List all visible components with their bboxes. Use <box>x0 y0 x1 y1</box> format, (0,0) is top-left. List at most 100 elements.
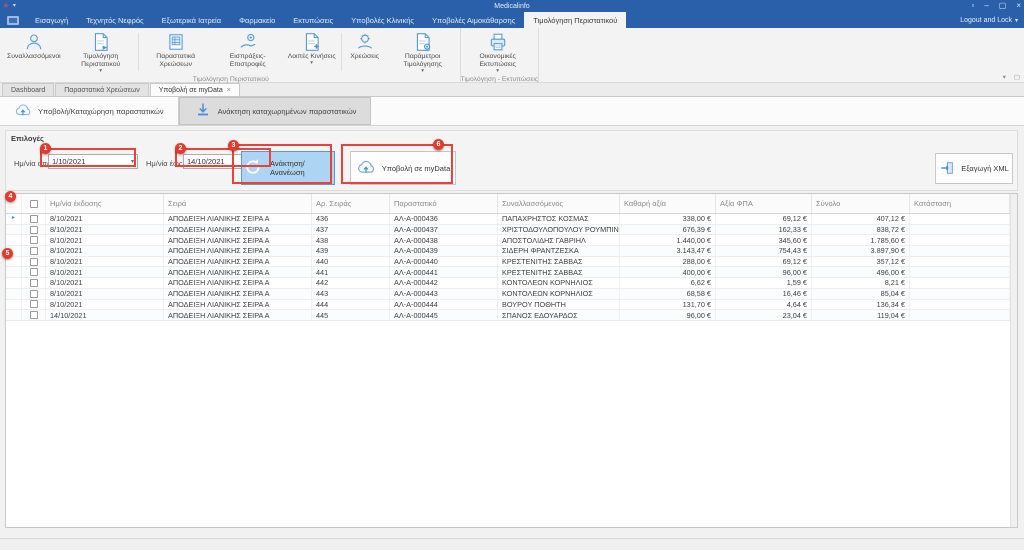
column-header[interactable]: Παραστατικό <box>390 194 498 213</box>
table-cell <box>910 278 1010 288</box>
column-header[interactable]: Καθαρή αξία <box>620 194 716 213</box>
table-cell: ΑΛ-Α-000443 <box>390 289 498 299</box>
table-row[interactable]: ►8/10/2021ΑΠΟΔΕΙΞΗ ΛΙΑΝΙΚΗΣ ΣΕΙΡΑ Α436ΑΛ… <box>6 214 1010 225</box>
menubar-tab[interactable]: Εξωτερικά Ιατρεία <box>153 12 230 28</box>
table-cell: ΚΟΝΤΟΛΕΩΝ ΚΟΡΝΗΛΙΟΣ <box>498 278 620 288</box>
ribbon-button[interactable]: Οικονομικές Εκτυπώσεις▾ <box>462 30 534 74</box>
table-cell: 1.440,00 € <box>620 235 716 245</box>
ribbon-menu-bar: ΕισαγωγήΤεχνητός ΝεφρόςΕξωτερικά Ιατρεία… <box>0 12 1024 28</box>
menubar-tab[interactable]: Εκτυπώσεις <box>284 12 342 28</box>
row-checkbox[interactable] <box>30 215 38 223</box>
document-tab-label: Dashboard <box>11 87 45 94</box>
table-row[interactable]: 8/10/2021ΑΠΟΔΕΙΞΗ ΛΙΑΝΙΚΗΣ ΣΕΙΡΑ Α437ΑΛ-… <box>6 225 1010 236</box>
pin-ribbon-icon[interactable]: ▢ <box>1014 73 1020 81</box>
ribbon-button[interactable]: Παραστατικά Χρεώσεων <box>140 30 212 74</box>
submit-mydata-button[interactable]: Υποβολή σε myData <box>350 151 456 185</box>
ribbon-button[interactable]: Εισπράξεις-Επιστροφές <box>212 30 284 74</box>
row-checkbox[interactable] <box>30 268 38 276</box>
ribbon-button[interactable]: Συναλλασσόμενοι <box>3 30 65 74</box>
menubar-tab[interactable]: Φαρμακείο <box>230 12 284 28</box>
window-options-icon[interactable]: ▫ <box>971 2 974 10</box>
table-row[interactable]: 8/10/2021ΑΠΟΔΕΙΞΗ ΛΙΑΝΙΚΗΣ ΣΕΙΡΑ Α442ΑΛ-… <box>6 278 1010 289</box>
table-row[interactable]: 8/10/2021ΑΠΟΔΕΙΞΗ ΛΙΑΝΙΚΗΣ ΣΕΙΡΑ Α441ΑΛ-… <box>6 267 1010 278</box>
table-cell: ΣΠΑΝΟΣ ΕΔΟΥΑΡΔΟΣ <box>498 310 620 320</box>
row-checkbox[interactable] <box>30 311 38 319</box>
row-checkbox-cell <box>22 246 46 256</box>
column-header[interactable]: Σύνολο <box>812 194 910 213</box>
row-checkbox[interactable] <box>30 290 38 298</box>
mydata-subtab[interactable]: Ανάκτηση καταχωρημένων παραστατικών <box>179 97 372 125</box>
table-cell: ΑΛ-Α-000444 <box>390 300 498 310</box>
row-checkbox-cell <box>22 278 46 288</box>
subtab-label: Ανάκτηση καταχωρημένων παραστατικών <box>218 107 357 116</box>
column-header[interactable]: Συναλλασσόμενος <box>498 194 620 213</box>
table-cell: ΑΠΟΔΕΙΞΗ ΛΙΑΝΙΚΗΣ ΣΕΙΡΑ Α <box>164 225 312 235</box>
column-header[interactable]: Αξία ΦΠΑ <box>716 194 812 213</box>
row-indicator-cell: ► <box>6 214 22 224</box>
select-all-checkbox[interactable] <box>30 200 38 208</box>
mydata-subtab[interactable]: Υποβολή/Καταχώρηση παραστατικών <box>0 97 179 125</box>
row-checkbox[interactable] <box>30 247 38 255</box>
ribbon-button[interactable]: Χρεώσεις <box>343 30 387 74</box>
file-menu-button[interactable] <box>0 12 26 28</box>
table-cell: 8/10/2021 <box>46 214 164 224</box>
row-checkbox[interactable] <box>30 258 38 266</box>
column-header[interactable]: Σειρά <box>164 194 312 213</box>
row-checkbox[interactable] <box>30 279 38 287</box>
vertical-scrollbar[interactable] <box>1010 194 1017 527</box>
column-header[interactable]: Ημ/νία έκδοσης <box>46 194 164 213</box>
mydata-subtab-strip: Υποβολή/Καταχώρηση παραστατικών Ανάκτηση … <box>0 97 1024 126</box>
date-to-label: Ημ/νία έως <box>146 159 182 168</box>
date-from-combo[interactable]: 1/10/2021 ▾ <box>48 154 138 169</box>
charges-icon <box>355 32 375 52</box>
column-header[interactable]: Αρ. Σειράς <box>312 194 390 213</box>
table-row[interactable]: 8/10/2021ΑΠΟΔΕΙΞΗ ΛΙΑΝΙΚΗΣ ΣΕΙΡΑ Α440ΑΛ-… <box>6 257 1010 268</box>
document-tab[interactable]: Παραστατικά Χρεώσεων <box>55 83 149 96</box>
table-cell: 162,33 € <box>716 225 812 235</box>
menubar-tab[interactable]: Υποβολές Αιμοκάθαρσης <box>423 12 524 28</box>
minimize-icon[interactable]: – <box>984 2 988 10</box>
table-cell: 119,04 € <box>812 310 910 320</box>
chevron-down-icon: ▾ <box>131 158 134 165</box>
chevron-down-icon: ▾ <box>1015 17 1018 24</box>
export-xml-button[interactable]: Εξαγωγή XML <box>935 153 1013 184</box>
document-tab[interactable]: Dashboard <box>2 83 54 96</box>
table-row[interactable]: 8/10/2021ΑΠΟΔΕΙΞΗ ΛΙΑΝΙΚΗΣ ΣΕΙΡΑ Α444ΑΛ-… <box>6 300 1010 311</box>
ribbon-button[interactable]: Παράμετροι Τιμολόγησης▾ <box>387 30 459 74</box>
date-from-value: 1/10/2021 <box>52 157 85 166</box>
table-row[interactable]: 14/10/2021ΑΠΟΔΕΙΞΗ ΛΙΑΝΙΚΗΣ ΣΕΙΡΑ Α445ΑΛ… <box>6 310 1010 321</box>
table-cell: 3.143,47 € <box>620 246 716 256</box>
close-icon[interactable]: × <box>1016 2 1021 10</box>
menubar-tab[interactable]: Τεχνητός Νεφρός <box>77 12 152 28</box>
column-header[interactable]: Κατάσταση <box>910 194 1010 213</box>
table-cell: ΑΠΟΔΕΙΞΗ ΛΙΑΝΙΚΗΣ ΣΕΙΡΑ Α <box>164 214 312 224</box>
table-cell <box>910 257 1010 267</box>
row-checkbox[interactable] <box>30 236 38 244</box>
status-bar <box>0 538 1024 550</box>
tab-close-icon[interactable]: × <box>227 87 231 94</box>
grid-header-row: Ημ/νία έκδοσηςΣειράΑρ. ΣειράςΠαραστατικό… <box>6 194 1010 214</box>
menubar-tab[interactable]: Τιμολόγηση Περιστατικού <box>524 12 626 28</box>
logout-and-lock-button[interactable]: Logout and Lock ▾ <box>960 12 1018 28</box>
menubar-tab[interactable]: Εισαγωγή <box>26 12 77 28</box>
table-row[interactable]: 8/10/2021ΑΠΟΔΕΙΞΗ ΛΙΑΝΙΚΗΣ ΣΕΙΡΑ Α439ΑΛ-… <box>6 246 1010 257</box>
row-checkbox[interactable] <box>30 300 38 308</box>
refresh-button[interactable]: Ανάκτηση/Ανανέωση <box>241 151 335 185</box>
ribbon-button[interactable]: Τιμολόγηση Περιστατικού▾ <box>65 30 137 74</box>
annotation-badge: 3 <box>228 140 239 151</box>
window-controls: ▫ – ▢ × <box>971 0 1021 12</box>
table-cell: ΑΛ-Α-000441 <box>390 267 498 277</box>
tab-list-dropdown-icon[interactable]: ▾ <box>1003 73 1006 81</box>
menubar-tab[interactable]: Υποβολές Κλινικής <box>342 12 423 28</box>
ribbon-button[interactable]: Λοιπές Κινήσεις▾ <box>284 30 340 74</box>
table-cell: 436 <box>312 214 390 224</box>
restore-icon[interactable]: ▢ <box>999 2 1007 10</box>
table-cell: ΑΛ-Α-000440 <box>390 257 498 267</box>
table-cell: 8/10/2021 <box>46 246 164 256</box>
row-checkbox[interactable] <box>30 226 38 234</box>
table-cell: ΚΡΕΣΤΕΝΙΤΗΣ ΣΑΒΒΑΣ <box>498 267 620 277</box>
table-row[interactable]: 8/10/2021ΑΠΟΔΕΙΞΗ ΛΙΑΝΙΚΗΣ ΣΕΙΡΑ Α443ΑΛ-… <box>6 289 1010 300</box>
table-row[interactable]: 8/10/2021ΑΠΟΔΕΙΞΗ ΛΙΑΝΙΚΗΣ ΣΕΙΡΑ Α438ΑΛ-… <box>6 235 1010 246</box>
document-tab[interactable]: Υποβολή σε myData× <box>150 83 240 96</box>
chevron-down-icon: ▾ <box>310 61 313 66</box>
